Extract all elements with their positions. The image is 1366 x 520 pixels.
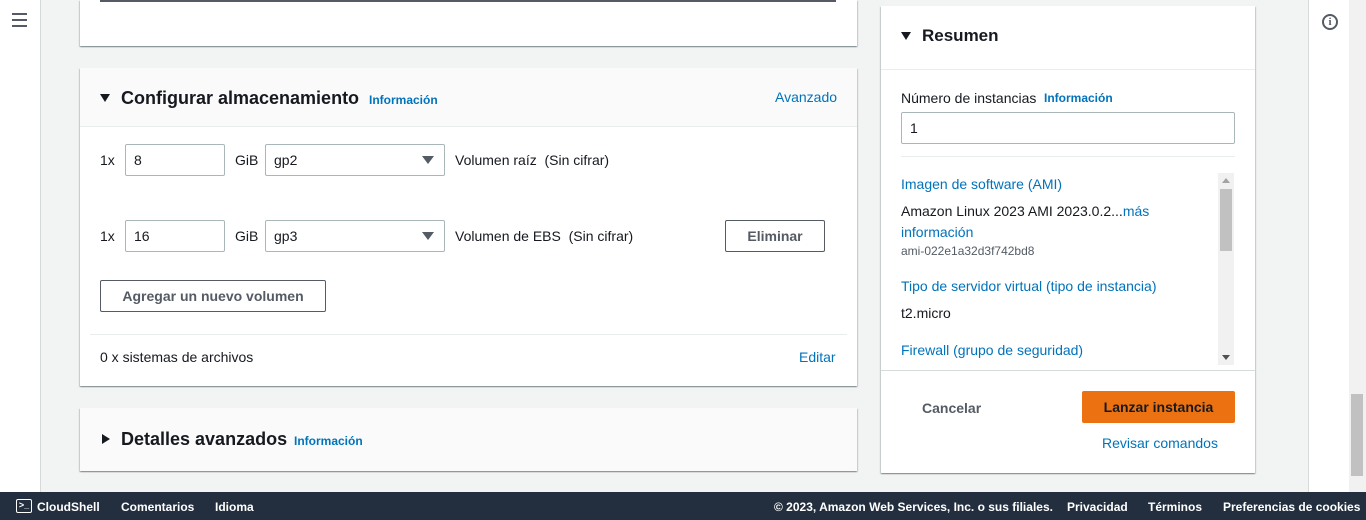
volume-size-input[interactable]: 8 [125,144,225,176]
storage-section-header[interactable]: Configurar almacenamiento Información Av… [80,68,857,127]
storage-title: Configurar almacenamiento [121,88,360,108]
terminal-icon[interactable]: >_ [16,499,32,513]
instances-label: Número de instancias [901,90,1037,106]
console-footer: >_ CloudShell Comentarios Idioma © 2023,… [0,492,1366,520]
volume-count: 1x [100,152,115,168]
instance-type-heading-link[interactable]: Tipo de servidor virtual (tipo de instan… [901,278,1157,294]
language-link[interactable]: Idioma [215,500,254,514]
volume-type-value: gp3 [274,228,298,244]
caret-down-icon[interactable] [901,32,911,40]
instances-info-link[interactable]: Información [1044,91,1113,105]
volume-type-select[interactable]: gp3 [265,220,445,252]
info-circle-icon[interactable]: i [1322,14,1338,30]
instances-count-input[interactable]: 1 [901,112,1235,144]
caret-down-icon [422,156,434,164]
cloudshell-link[interactable]: CloudShell [37,500,100,514]
filesystems-text: 0 x sistemas de archivos [100,349,254,365]
summary-title: Resumen [922,26,999,45]
divider [100,0,836,2]
hamburger-menu-icon[interactable] [12,13,27,31]
firewall-heading-link[interactable]: Firewall (grupo de seguridad) [901,342,1083,358]
summary-panel: Resumen Número de instancias Información… [881,6,1255,473]
ami-heading-link[interactable]: Imagen de software (AMI) [901,176,1062,192]
launch-instance-button[interactable]: Lanzar instancia [1082,391,1235,423]
volume-type-select[interactable]: gp2 [265,144,445,176]
caret-right-icon[interactable] [102,434,110,444]
summary-header[interactable]: Resumen [881,6,1255,70]
divider [881,370,1255,371]
volume-label: Volumen raíz (Sin cifrar) [455,152,610,168]
storage-info-link[interactable]: Información [369,93,438,107]
page-scrollbar-thumb[interactable] [1351,394,1363,476]
instance-type-value: t2.micro [901,305,951,321]
previous-section-card [80,0,857,46]
advanced-title: Detalles avanzados [121,429,288,449]
divider [90,334,847,335]
volume-type-value: gp2 [274,152,298,168]
summary-scrollbar-thumb[interactable] [1220,189,1232,251]
ami-more-link[interactable]: información [901,224,973,240]
caret-down-icon [422,232,434,240]
edit-filesystems-link[interactable]: Editar [799,349,836,365]
volume-unit: GiB [235,228,259,244]
storage-section: Configurar almacenamiento Información Av… [80,68,857,386]
divider [901,156,1235,157]
page-scrollbar[interactable] [1349,0,1366,492]
terms-link[interactable]: Términos [1148,500,1202,514]
ami-name: Amazon Linux 2023 AMI 2023.0.2...más [901,203,1150,219]
ami-more-link[interactable]: más [1123,203,1149,219]
volume-count: 1x [100,228,115,244]
ami-id: ami-022e1a32d3f742bd8 [901,244,1035,258]
volume-label: Volumen de EBS (Sin cifrar) [455,228,634,244]
add-volume-button[interactable]: Agregar un nuevo volumen [100,280,326,312]
feedback-link[interactable]: Comentarios [121,500,194,514]
privacy-link[interactable]: Privacidad [1067,500,1128,514]
caret-down-icon[interactable] [100,94,110,102]
cookie-preferences-link[interactable]: Preferencias de cookies [1223,500,1360,514]
scroll-down-arrow-icon[interactable] [1222,355,1230,360]
cancel-button[interactable]: Cancelar [922,400,981,416]
scroll-up-arrow-icon[interactable] [1222,178,1230,183]
advanced-link[interactable]: Avanzado [775,89,837,105]
remove-volume-button[interactable]: Eliminar [725,220,825,252]
copyright-text: © 2023, Amazon Web Services, Inc. o sus … [774,500,1053,514]
summary-scrollbar[interactable] [1218,173,1234,365]
review-commands-link[interactable]: Revisar comandos [1102,435,1218,451]
volume-size-input[interactable]: 16 [125,220,225,252]
advanced-info-link[interactable]: Información [294,434,363,448]
advanced-details-section[interactable]: Detalles avanzados Información [80,408,857,471]
volume-unit: GiB [235,152,259,168]
right-help-rail: i [1308,0,1349,492]
left-navigation-rail [0,0,41,492]
